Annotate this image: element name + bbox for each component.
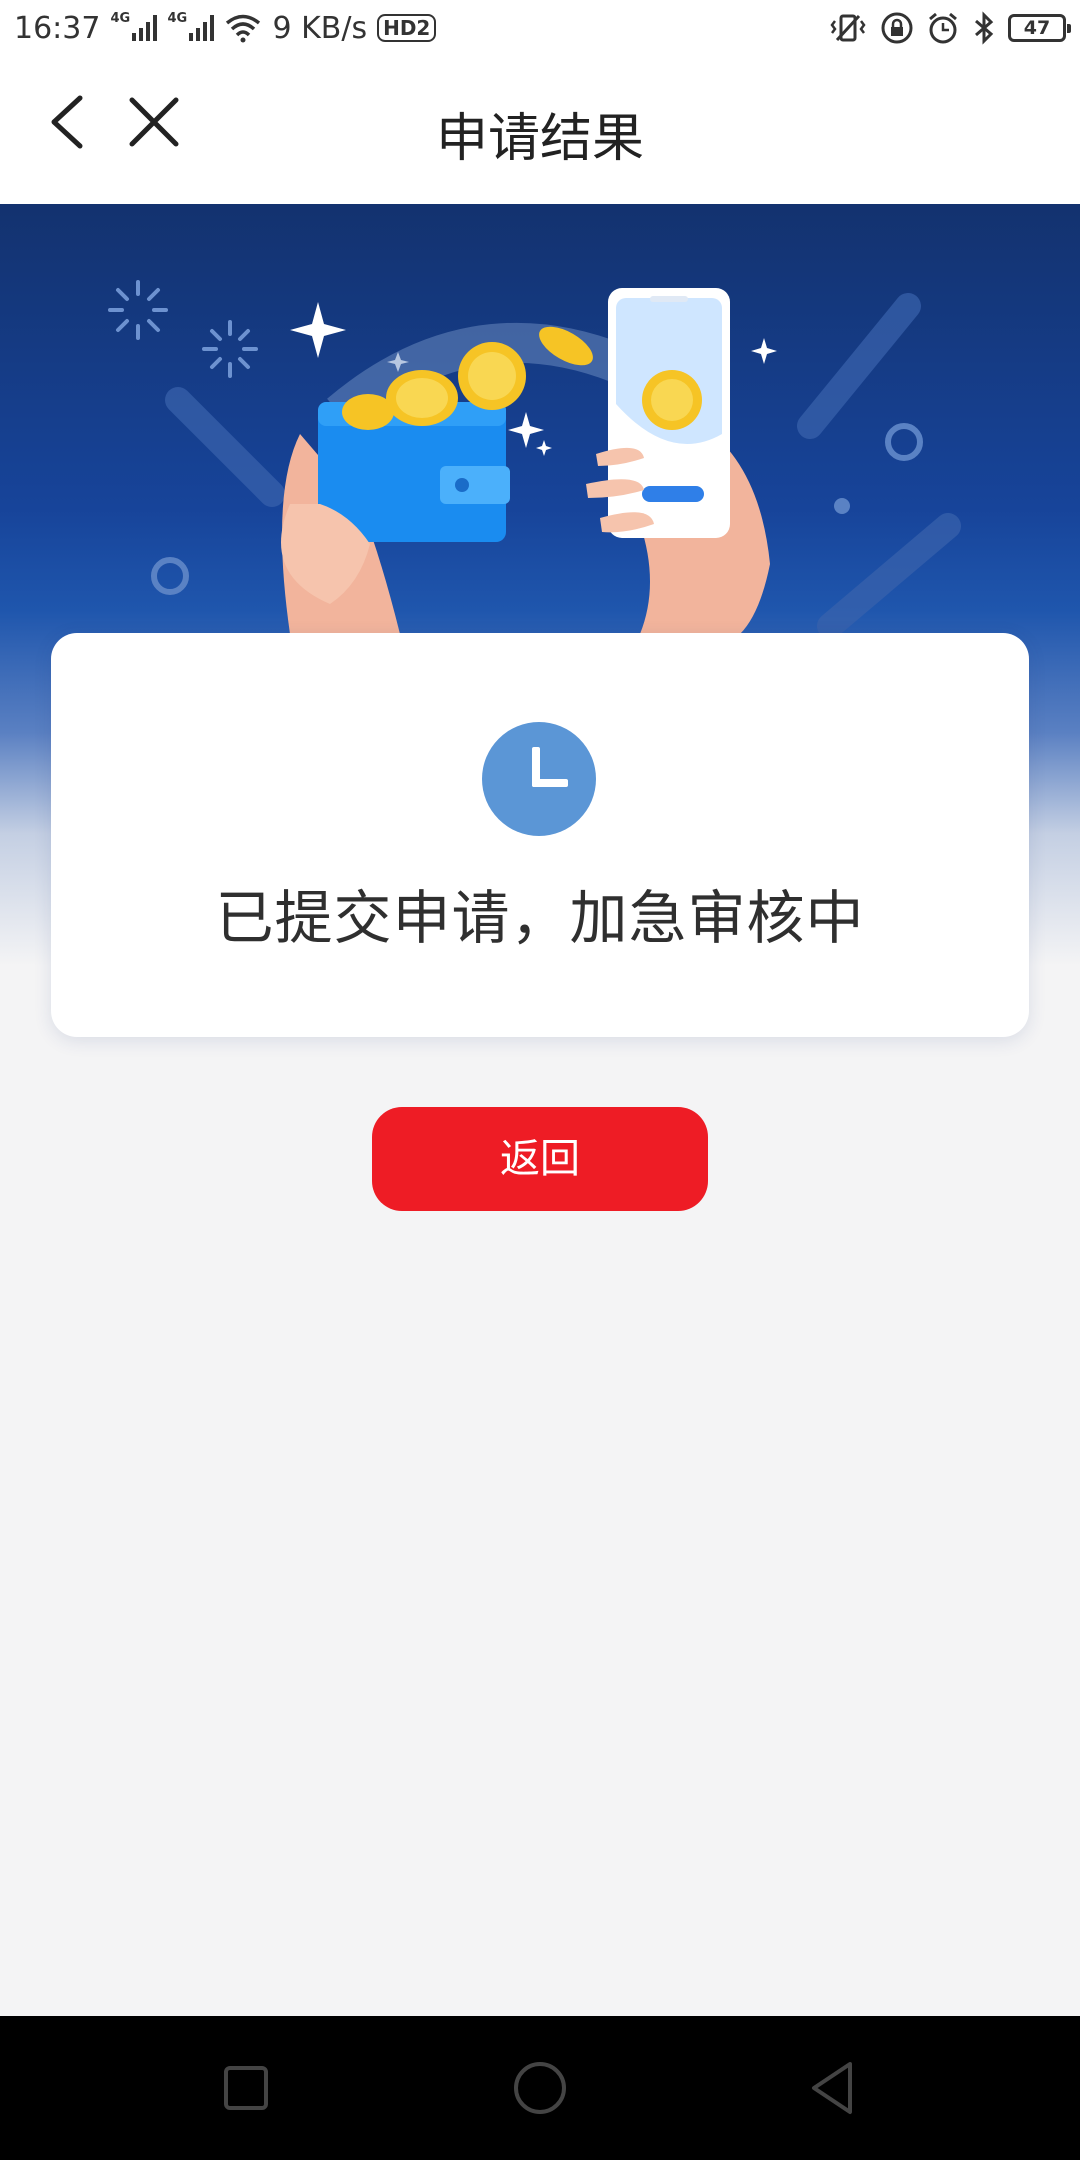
signal-icon: 4G bbox=[110, 11, 158, 41]
status-right: 47 bbox=[828, 8, 1071, 48]
bluetooth-icon bbox=[975, 11, 994, 45]
wifi-icon bbox=[226, 14, 261, 43]
status-bar: 16:37 4G 4G 9 KB/s HD2 47 bbox=[0, 0, 1080, 56]
clock-icon bbox=[482, 722, 596, 836]
vibrate-icon bbox=[830, 14, 866, 42]
return-button[interactable]: 返回 bbox=[372, 1107, 708, 1211]
network-type-label: 4G bbox=[110, 11, 131, 26]
battery-icon: 47 bbox=[1008, 14, 1071, 42]
signal-icon: 4G bbox=[167, 11, 215, 41]
status-time: 16:37 bbox=[14, 10, 101, 46]
hd-icon: HD2 bbox=[377, 14, 437, 42]
status-left: 16:37 4G 4G 9 KB/s HD2 bbox=[14, 8, 437, 48]
hero-illustration bbox=[108, 280, 961, 634]
system-nav-bar bbox=[0, 2016, 1080, 2160]
system-back-icon[interactable] bbox=[802, 2056, 866, 2120]
home-icon[interactable] bbox=[508, 2056, 572, 2120]
result-card: 已提交申请，加急审核中 bbox=[51, 633, 1029, 1037]
battery-level: 47 bbox=[1023, 17, 1051, 39]
page-title: 申请结果 bbox=[435, 109, 644, 169]
net-speed: 9 KB/s bbox=[272, 10, 368, 46]
result-message: 已提交申请，加急审核中 bbox=[215, 884, 865, 952]
nav-bar: 申请结果 bbox=[0, 56, 1080, 204]
network-type-label: 4G bbox=[167, 11, 188, 26]
recent-apps-icon[interactable] bbox=[214, 2056, 278, 2120]
lock-icon bbox=[881, 12, 913, 44]
alarm-icon bbox=[929, 12, 957, 44]
